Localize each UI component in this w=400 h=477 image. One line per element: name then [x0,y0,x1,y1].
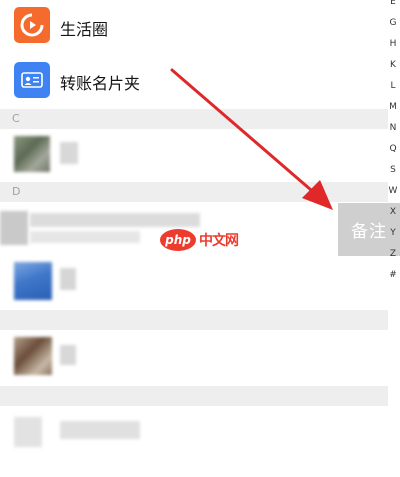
contact-row[interactable] [0,331,388,383]
contact-name-pixelated [30,231,140,243]
contact-name-pixelated [60,142,78,164]
section-letter: C [12,112,20,125]
contact-name-pixelated [60,421,140,439]
avatar [14,262,52,300]
contact-card-icon [14,62,50,98]
alphabet-index-bar[interactable]: E G H K L M N Q S W X Y Z # [386,0,400,477]
index-letter-k[interactable]: K [388,60,398,70]
index-letter-x[interactable]: X [388,207,398,217]
contact-name-pixelated [60,345,76,365]
section-header [0,386,388,406]
index-letter-q[interactable]: Q [388,144,398,154]
contact-name-pixelated [60,268,76,290]
index-letter-g[interactable]: G [388,18,398,28]
index-letter-w[interactable]: W [388,186,398,196]
avatar [14,136,50,172]
contact-row[interactable] [0,130,388,180]
index-letter-n[interactable]: N [388,123,398,133]
avatar [14,337,52,375]
section-letter: D [12,185,21,198]
moments-label: 生活圈 [60,20,109,39]
php-badge: php [160,229,196,251]
section-header-c: C [0,109,388,129]
contact-name-pixelated [30,213,200,227]
transfer-cards-label: 转账名片夹 [60,74,141,93]
index-letter-m[interactable]: M [388,102,398,112]
index-letter-s[interactable]: S [388,165,398,175]
index-letter-y[interactable]: Y [388,228,398,238]
avatar [0,211,28,245]
watermark-text: 中文网 [199,233,239,249]
index-letter-h[interactable]: H [388,39,398,49]
remark-button-label: 备注 [351,222,387,242]
watermark-logo: php 中文网 [160,229,239,251]
moments-play-icon [14,7,50,43]
list-item-transfer-cards[interactable]: 转账名片夹 [0,56,388,106]
index-letter-hash[interactable]: # [388,270,398,280]
index-letter-l[interactable]: L [388,81,398,91]
list-item-moments[interactable]: 生活圈 [0,2,388,52]
contact-row[interactable] [0,258,388,308]
avatar [14,417,42,447]
section-header [0,310,388,330]
index-letter-z[interactable]: Z [388,249,398,259]
index-letter-e[interactable]: E [388,0,398,7]
contact-row[interactable] [0,407,388,457]
section-header-d: D [0,182,388,202]
